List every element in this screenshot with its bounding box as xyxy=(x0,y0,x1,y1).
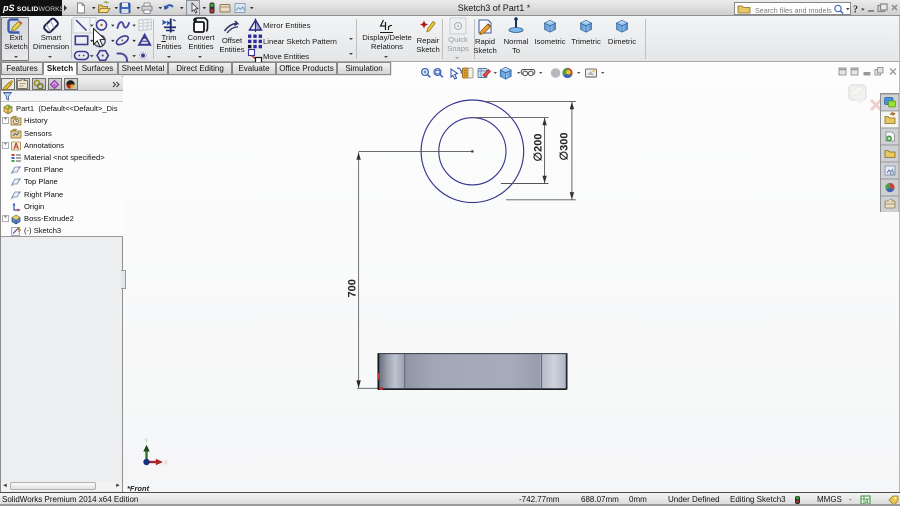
svg-text:A: A xyxy=(13,142,19,151)
svg-text:700: 700 xyxy=(346,279,358,297)
svg-text:∅300: ∅300 xyxy=(558,133,570,161)
svg-text:∅200: ∅200 xyxy=(532,134,544,162)
svg-text:X: X xyxy=(164,461,168,467)
svg-text:Y: Y xyxy=(145,439,149,445)
svg-text:?: ? xyxy=(853,5,858,16)
